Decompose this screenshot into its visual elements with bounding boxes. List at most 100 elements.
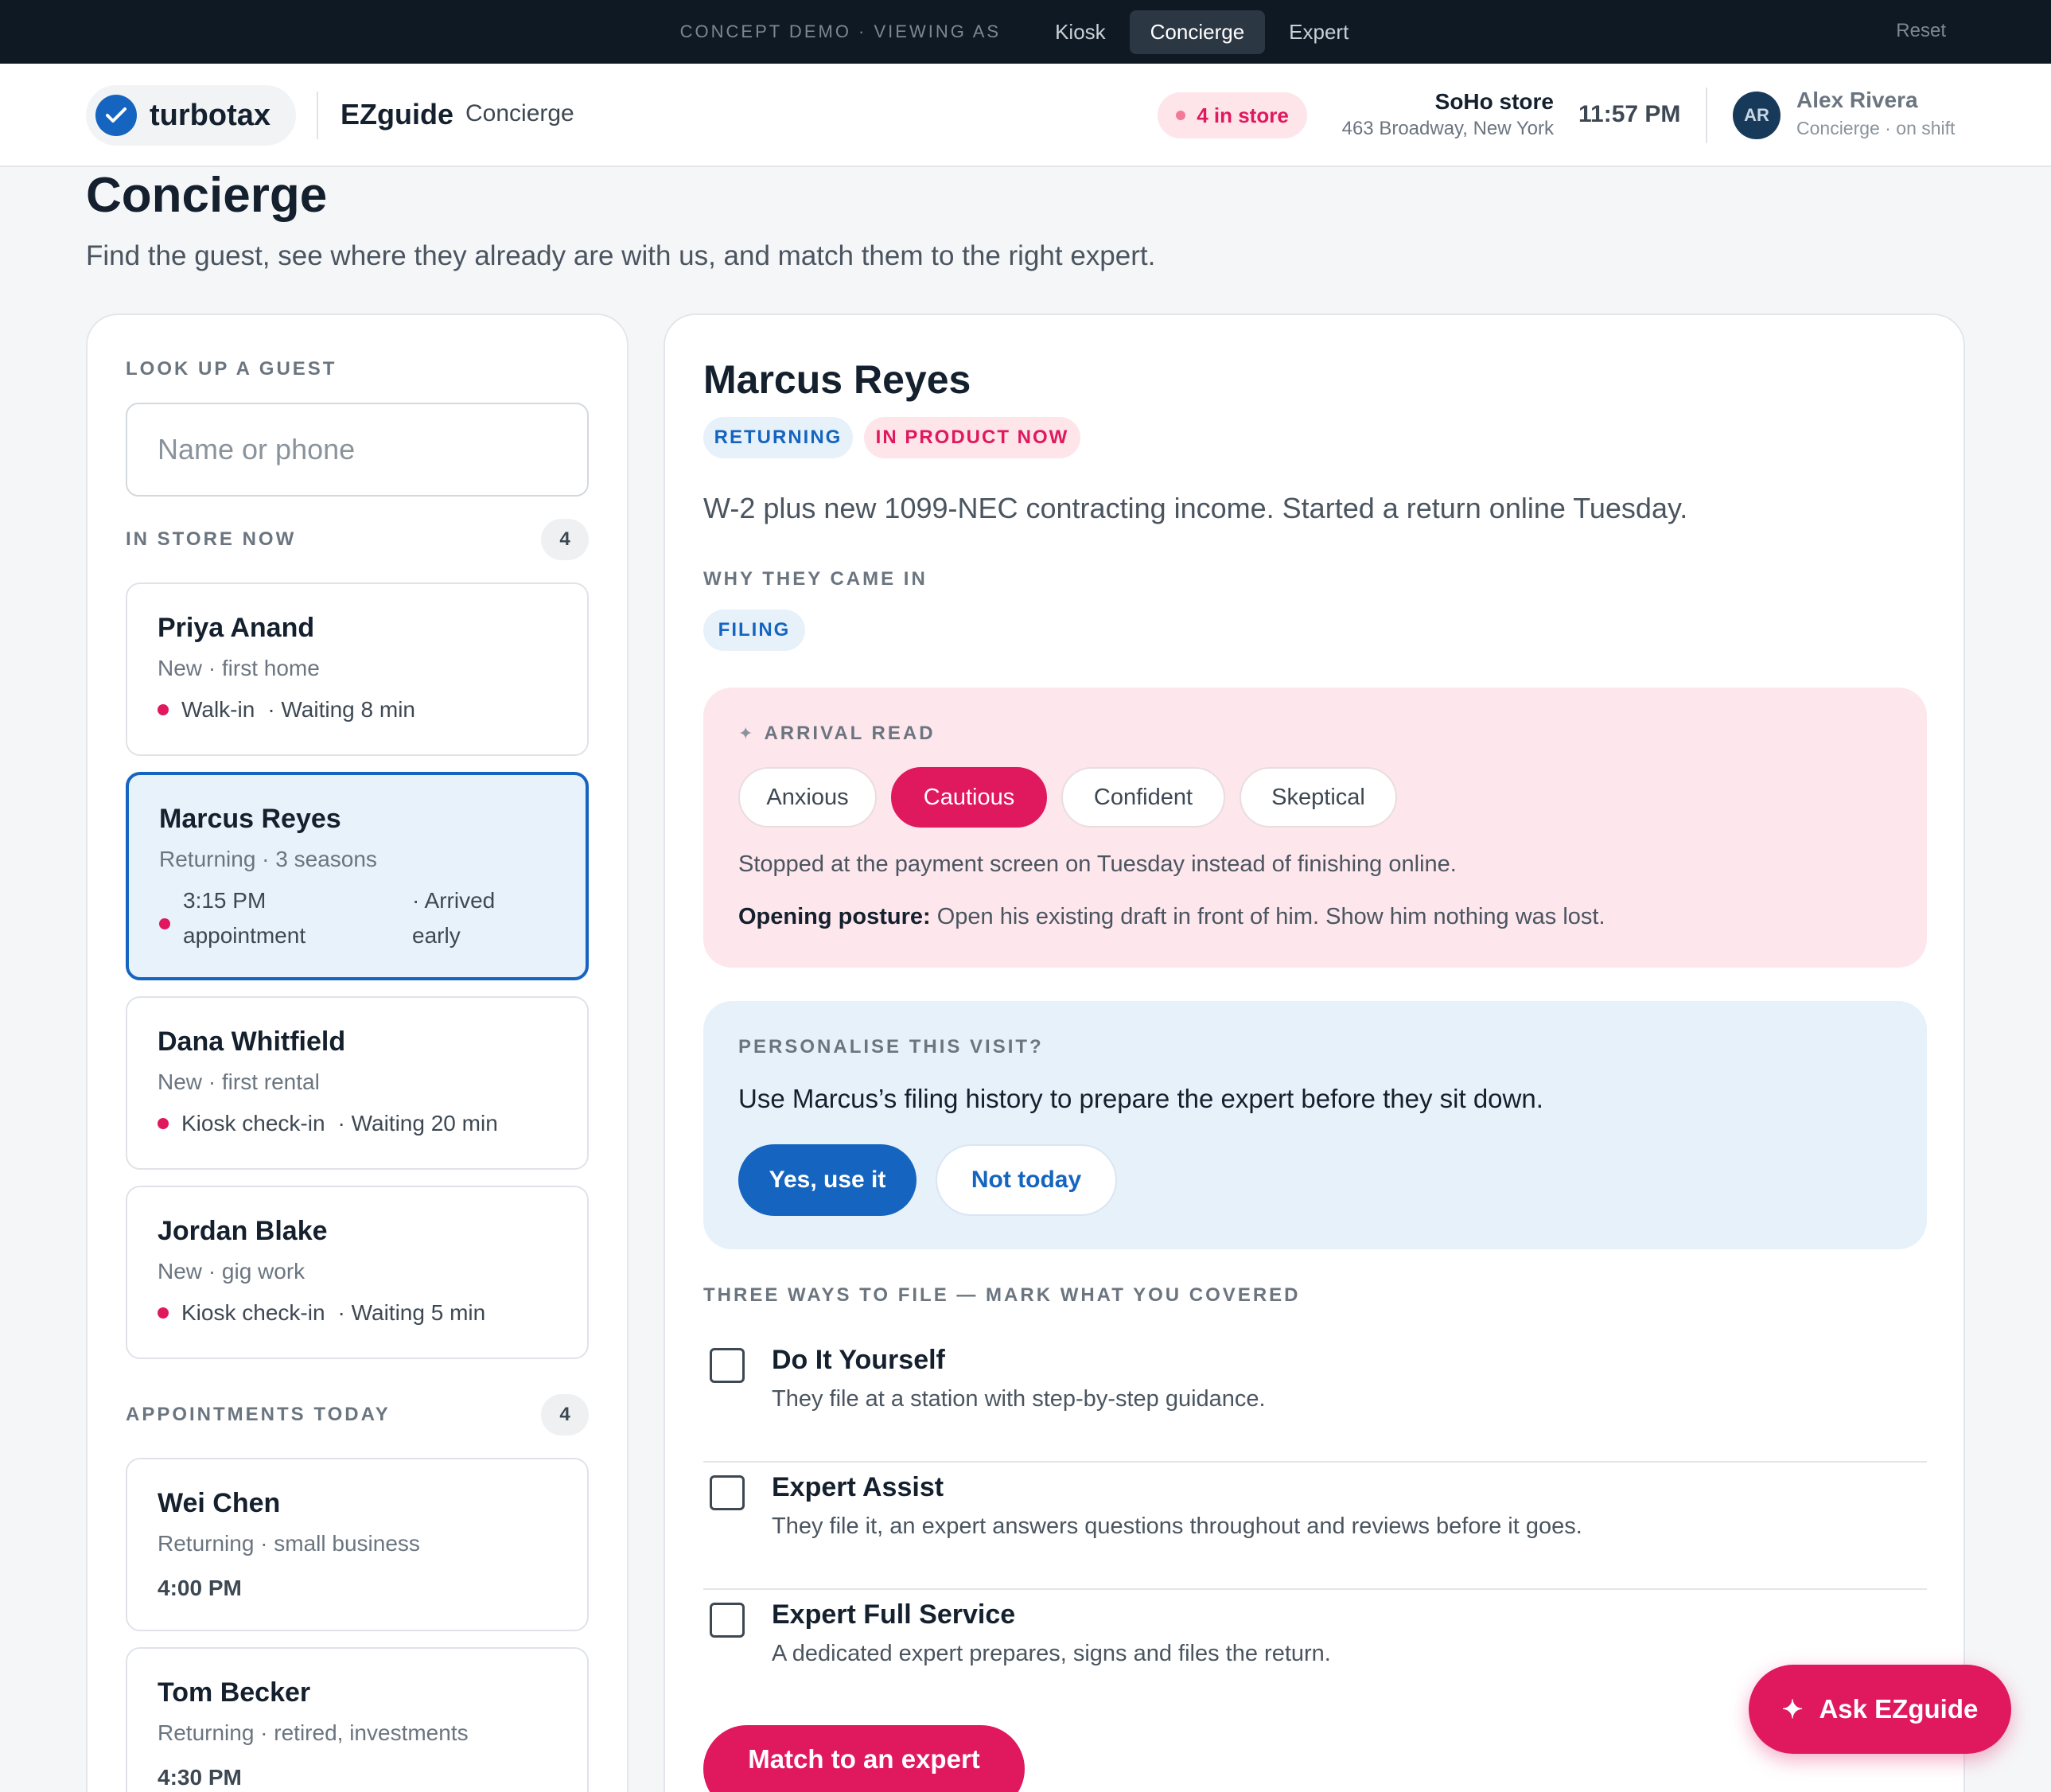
guest-name: Wei Chen: [158, 1488, 281, 1518]
posture-text: Open his existing draft in front of him.…: [936, 904, 1605, 929]
brand-name: turbotax: [150, 98, 270, 132]
tab-concierge[interactable]: Concierge: [1129, 10, 1266, 54]
way-title: Do It Yourself: [772, 1345, 945, 1375]
avatar[interactable]: AR: [1733, 92, 1781, 139]
tab-kiosk[interactable]: Kiosk: [1034, 10, 1127, 54]
filing-tag: FILING: [703, 610, 805, 651]
guest-name: Dana Whitfield: [158, 1027, 346, 1057]
match-expert-button[interactable]: Match to an expert: [703, 1725, 1025, 1792]
assist-checkbox[interactable]: [710, 1475, 745, 1510]
arrival-label: ✦ ARRIVAL READ: [738, 723, 936, 745]
tab-expert[interactable]: Expert: [1268, 10, 1369, 54]
opening-posture: Opening posture: Open his existing draft…: [738, 904, 1605, 930]
ask-ezguide-button[interactable]: ✦ Ask EZguide: [1749, 1665, 2011, 1754]
status-dot: [158, 704, 169, 715]
app-mode: Concierge: [465, 100, 574, 127]
guest-sub: New · first home: [158, 656, 320, 680]
user-name: Alex Rivera: [1796, 88, 1918, 112]
page-title: Concierge: [86, 168, 328, 223]
mood-skeptical[interactable]: Skeptical: [1240, 767, 1397, 828]
check-icon: [95, 95, 137, 136]
divider: [317, 92, 318, 139]
guest-title: Marcus Reyes: [703, 357, 971, 402]
store-count-label: 4 in store: [1197, 103, 1289, 127]
status-dot: [1176, 111, 1186, 120]
store-count-badge: 4 in store: [1158, 92, 1307, 138]
ways-label: THREE WAYS TO FILE — MARK WHAT YOU COVER…: [703, 1284, 1301, 1306]
full-service-checkbox[interactable]: [710, 1603, 745, 1638]
search-input[interactable]: [126, 403, 589, 497]
why-label: WHY THEY CAME IN: [703, 568, 928, 590]
divider: [1706, 88, 1707, 143]
guest-source: Kiosk check-in: [181, 1300, 325, 1325]
lookup-label: LOOK UP A GUEST: [126, 358, 337, 380]
clock: 11:57 PM: [1578, 101, 1681, 127]
guest-source: Kiosk check-in: [181, 1111, 325, 1136]
guest-sub: Returning · small business: [158, 1531, 420, 1556]
brand-logo[interactable]: turbotax: [86, 85, 296, 146]
sparkle-icon: ✦: [738, 723, 753, 743]
status-dot: [159, 918, 170, 929]
guest-source: appointment: [183, 923, 306, 948]
guest-summary: W-2 plus new 1099-NEC contracting income…: [703, 492, 1688, 524]
guest-wait: · Arrived: [412, 888, 496, 913]
not-today-button[interactable]: Not today: [936, 1144, 1117, 1216]
guest-card-selected[interactable]: Marcus Reyes Returning · 3 seasons 3:15 …: [126, 772, 589, 980]
posture-label: Opening posture:: [738, 904, 931, 929]
guest-lookup-panel: LOOK UP A GUEST IN STORE NOW 4 Priya Ana…: [86, 314, 629, 1792]
guest-name: Priya Anand: [158, 613, 315, 643]
app-name: EZguide: [341, 98, 453, 131]
way-row-assist[interactable]: Expert Assist They file it, an expert an…: [703, 1463, 1927, 1590]
diy-checkbox[interactable]: [710, 1348, 745, 1383]
appointment-card[interactable]: Tom Becker Returning · retired, investme…: [126, 1647, 589, 1792]
arrival-note: Stopped at the payment screen on Tuesday…: [738, 851, 1457, 877]
way-desc: A dedicated expert prepares, signs and f…: [772, 1641, 1331, 1666]
mood-cautious[interactable]: Cautious: [891, 767, 1047, 828]
guest-status: Kiosk check-in · Waiting 20 min: [158, 1111, 498, 1136]
personalise-text: Use Marcus’s filing history to prepare t…: [738, 1084, 1543, 1113]
way-title: Expert Assist: [772, 1472, 944, 1502]
arrival-label-text: ARRIVAL READ: [764, 723, 936, 744]
guest-wait: early: [412, 923, 461, 948]
guest-source: 3:15 PM: [183, 888, 267, 913]
demo-bar: CONCEPT DEMO · VIEWING AS Kiosk Concierg…: [0, 0, 2051, 64]
personalise-label: PERSONALISE THIS VISIT?: [738, 1036, 1044, 1058]
way-row-full-service[interactable]: Expert Full Service A dedicated expert p…: [703, 1590, 1927, 1717]
page-subtitle: Find the guest, see where they already a…: [86, 240, 1156, 271]
mood-anxious[interactable]: Anxious: [738, 767, 877, 828]
returning-tag: RETURNING: [703, 417, 853, 458]
yes-use-it-button[interactable]: Yes, use it: [738, 1144, 917, 1216]
guest-name: Marcus Reyes: [159, 804, 341, 834]
guest-status: Walk-in · Waiting 8 min: [158, 697, 415, 723]
way-title: Expert Full Service: [772, 1599, 1016, 1630]
guest-source: Walk-in: [181, 697, 255, 722]
status-dot: [158, 1307, 169, 1319]
instore-count-badge: 4: [541, 519, 589, 560]
guest-wait: · Waiting 20 min: [337, 1111, 498, 1136]
store-address: 463 Broadway, New York: [1341, 118, 1554, 139]
store-name: SoHo store: [1434, 89, 1554, 114]
guest-sub: Returning · 3 seasons: [159, 847, 377, 871]
user-role: Concierge · on shift: [1796, 118, 1956, 138]
guest-card[interactable]: Jordan Blake New · gig work Kiosk check-…: [126, 1186, 589, 1359]
sparkle-icon: ✦: [1781, 1695, 1804, 1724]
guest-name: Tom Becker: [158, 1677, 311, 1708]
app-header: turbotax EZguide Concierge 4 in store So…: [0, 64, 2051, 167]
appointments-label: APPOINTMENTS TODAY: [126, 1404, 391, 1425]
instore-label: IN STORE NOW: [126, 528, 297, 550]
guest-wait: · Waiting 8 min: [267, 697, 415, 722]
mood-confident[interactable]: Confident: [1061, 767, 1225, 828]
way-row-diy[interactable]: Do It Yourself They file at a station wi…: [703, 1335, 1927, 1463]
guest-name: Jordan Blake: [158, 1216, 328, 1246]
guest-sub: New · first rental: [158, 1069, 320, 1094]
way-desc: They file it, an expert answers question…: [772, 1513, 1582, 1539]
guest-wait: · Waiting 5 min: [337, 1300, 486, 1325]
ask-label: Ask EZguide: [1819, 1694, 1979, 1724]
guest-card[interactable]: Priya Anand New · first home Walk-in · W…: [126, 582, 589, 756]
appointment-card[interactable]: Wei Chen Returning · small business 4:00…: [126, 1458, 589, 1631]
demo-label: CONCEPT DEMO · VIEWING AS: [679, 21, 1002, 41]
status-dot: [158, 1118, 169, 1129]
guest-card[interactable]: Dana Whitfield New · first rental Kiosk …: [126, 996, 589, 1170]
arrival-read-card: ✦ ARRIVAL READ Anxious Cautious Confiden…: [703, 688, 1927, 968]
reset-button[interactable]: Reset: [1896, 20, 1946, 42]
